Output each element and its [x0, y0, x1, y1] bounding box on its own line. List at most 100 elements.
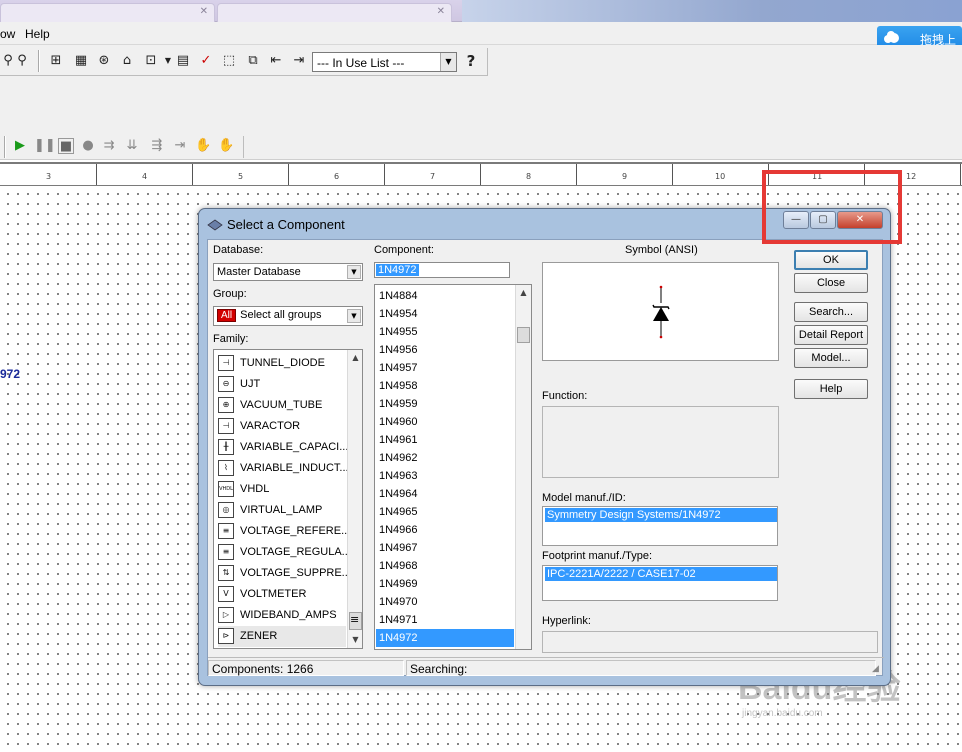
component-list-item[interactable]: 1N4970 — [376, 593, 514, 611]
component-list-item[interactable]: 1N4972 — [376, 629, 514, 647]
close-icon[interactable]: ✕ — [437, 6, 445, 17]
family-item[interactable]: ≡ VOLTAGE_REGULA... — [218, 542, 351, 563]
browser-tab[interactable]: ✕ — [217, 3, 452, 22]
component-scrollbar[interactable]: ▲ — [515, 285, 531, 649]
breakpoint-icon[interactable]: ✋ — [195, 138, 211, 154]
browser-tab[interactable]: ✕ — [0, 3, 215, 22]
help-icon[interactable]: ? — [463, 53, 479, 69]
model-item[interactable]: Symmetry Design Systems/1N4972 — [545, 508, 777, 522]
close-button[interactable]: Close — [794, 273, 868, 293]
resize-grip-icon[interactable]: ◢ — [872, 664, 879, 674]
family-item[interactable]: VHDL VHDL — [218, 479, 346, 500]
step-over-icon[interactable]: ⇶ — [149, 138, 165, 154]
close-icon[interactable]: ✕ — [200, 6, 208, 17]
ok-button[interactable]: OK — [794, 250, 868, 270]
component-input-value: 1N4972 — [376, 264, 419, 276]
dropdown-arrow-icon[interactable]: ▼ — [160, 53, 176, 69]
component-item-label: 1N4962 — [379, 452, 418, 464]
component-item-label: 1N4971 — [379, 614, 418, 626]
component-list-item[interactable]: 1N4884 — [376, 287, 514, 305]
remove-breakpoints-icon[interactable]: ✋ — [218, 138, 234, 154]
component-search-input[interactable]: 1N4972 — [374, 262, 510, 278]
family-item[interactable]: ▷ WIDEBAND_AMPS — [218, 605, 346, 626]
family-item[interactable]: ⌇ VARIABLE_INDUCT... — [218, 458, 349, 479]
scroll-down-icon[interactable]: ▼ — [348, 632, 362, 648]
model-list[interactable]: Symmetry Design Systems/1N4972 — [542, 506, 778, 546]
scroll-thumb[interactable] — [517, 327, 530, 343]
family-item[interactable]: ◎ VIRTUAL_LAMP — [218, 500, 346, 521]
create-component-icon[interactable]: ⌂ — [119, 53, 135, 69]
group-dropdown[interactable]: All Select all groups ▼ — [213, 306, 363, 326]
scroll-thumb[interactable]: ≡ — [349, 612, 362, 630]
hyperlink-field[interactable] — [542, 631, 878, 653]
family-item[interactable]: V VOLTMETER — [218, 584, 346, 605]
database-dropdown[interactable]: Master Database ▼ — [213, 263, 363, 281]
component-list-item[interactable]: 1N4969 — [376, 575, 514, 593]
chevron-down-icon[interactable]: ▼ — [347, 309, 361, 323]
design-toolbox-icon[interactable]: ⊞ — [48, 53, 64, 69]
family-item[interactable]: ≡ VOLTAGE_REFERE... — [218, 521, 350, 542]
chevron-down-icon[interactable]: ▼ — [347, 265, 361, 279]
component-list-item[interactable]: 1N4962 — [376, 449, 514, 467]
menu-help[interactable]: Help — [25, 27, 50, 41]
family-item[interactable]: ⊕ VACUUM_TUBE — [218, 395, 346, 416]
help-button[interactable]: Help — [794, 379, 868, 399]
component-reference-label[interactable]: 972 — [0, 367, 20, 381]
step-icon[interactable]: ⇉ — [101, 138, 117, 154]
pause-icon[interactable]: ❚❚ — [34, 138, 56, 154]
family-scrollbar[interactable]: ▲ ≡ ▼ — [347, 350, 362, 648]
family-item[interactable]: ⊳ ZENER — [218, 626, 346, 647]
pause-at-next-icon[interactable]: ● — [80, 138, 96, 154]
footprint-list[interactable]: IPC-2221A/2222 / CASE17-02 — [542, 565, 778, 601]
family-item[interactable]: ⊖ UJT — [218, 374, 346, 395]
component-item-label: 1N4957 — [379, 362, 418, 374]
component-list-item[interactable]: 1N4958 — [376, 377, 514, 395]
backannotate-icon[interactable]: ⇤ — [268, 53, 284, 69]
spreadsheet-view-icon[interactable]: ▦ — [73, 53, 89, 69]
component-list-item[interactable]: 1N4959 — [376, 395, 514, 413]
footprint-item[interactable]: IPC-2221A/2222 / CASE17-02 — [545, 567, 777, 581]
component-list-item[interactable]: 1N4954 — [376, 305, 514, 323]
component-list-item[interactable]: 1N4957 — [376, 359, 514, 377]
family-item[interactable]: ⇅ VOLTAGE_SUPPRE... — [218, 563, 351, 584]
postprocessor-icon[interactable]: ▤ — [175, 53, 191, 69]
stop-icon[interactable]: ■ — [58, 138, 74, 154]
family-item[interactable]: ⊣ TUNNEL_DIODE — [218, 353, 346, 374]
step-into-icon[interactable]: ⇊ — [124, 138, 140, 154]
menu-view[interactable]: ow — [0, 27, 15, 41]
in-use-list-value: --- In Use List --- — [317, 56, 405, 70]
component-list-item[interactable]: 1N4964 — [376, 485, 514, 503]
component-list-item[interactable]: 1N4963 — [376, 467, 514, 485]
family-item-label: ZENER — [240, 630, 278, 642]
family-item[interactable]: ╫ VARIABLE_CAPACI... — [218, 437, 348, 458]
zoom-area-icon[interactable]: ⚲ — [14, 53, 30, 69]
component-list-item[interactable]: 1N4966 — [376, 521, 514, 539]
search-button[interactable]: Search... — [794, 302, 868, 322]
region-select-icon[interactable]: ⬚ — [221, 53, 237, 69]
component-list-item[interactable]: 1N4956 — [376, 341, 514, 359]
grapher-icon[interactable]: ⊡ — [143, 53, 159, 69]
transfer-icon[interactable]: ⧉ — [245, 53, 261, 69]
component-list-item[interactable]: 1N4961 — [376, 431, 514, 449]
model-button[interactable]: Model... — [794, 348, 868, 368]
variable-inductor-icon: ⌇ — [218, 460, 234, 476]
scroll-up-icon[interactable]: ▲ — [348, 350, 362, 366]
chevron-down-icon[interactable]: ▼ — [440, 53, 456, 71]
run-icon[interactable]: ▶ — [12, 138, 28, 154]
step-out-icon[interactable]: ⇥ — [172, 138, 188, 154]
component-list-item[interactable]: 1N4960 — [376, 413, 514, 431]
component-list-item[interactable]: 1N4968 — [376, 557, 514, 575]
component-list-item[interactable]: 1N4971 — [376, 611, 514, 629]
erc-icon[interactable]: ✓ — [198, 53, 214, 69]
forward-annotate-icon[interactable]: ⇥ — [291, 53, 307, 69]
database-manager-icon[interactable]: ⊛ — [96, 53, 112, 69]
scroll-up-icon[interactable]: ▲ — [516, 285, 531, 301]
in-use-list-dropdown[interactable]: --- In Use List --- ▼ — [312, 52, 457, 72]
family-item[interactable]: ⊣ VARACTOR — [218, 416, 346, 437]
vacuum-tube-icon: ⊕ — [218, 397, 234, 413]
component-list-item[interactable]: 1N4955 — [376, 323, 514, 341]
component-list-item[interactable]: 1N4965 — [376, 503, 514, 521]
detail-report-button[interactable]: Detail Report — [794, 325, 868, 345]
component-list-item[interactable]: 1N4967 — [376, 539, 514, 557]
toolbar-separator — [4, 136, 6, 158]
